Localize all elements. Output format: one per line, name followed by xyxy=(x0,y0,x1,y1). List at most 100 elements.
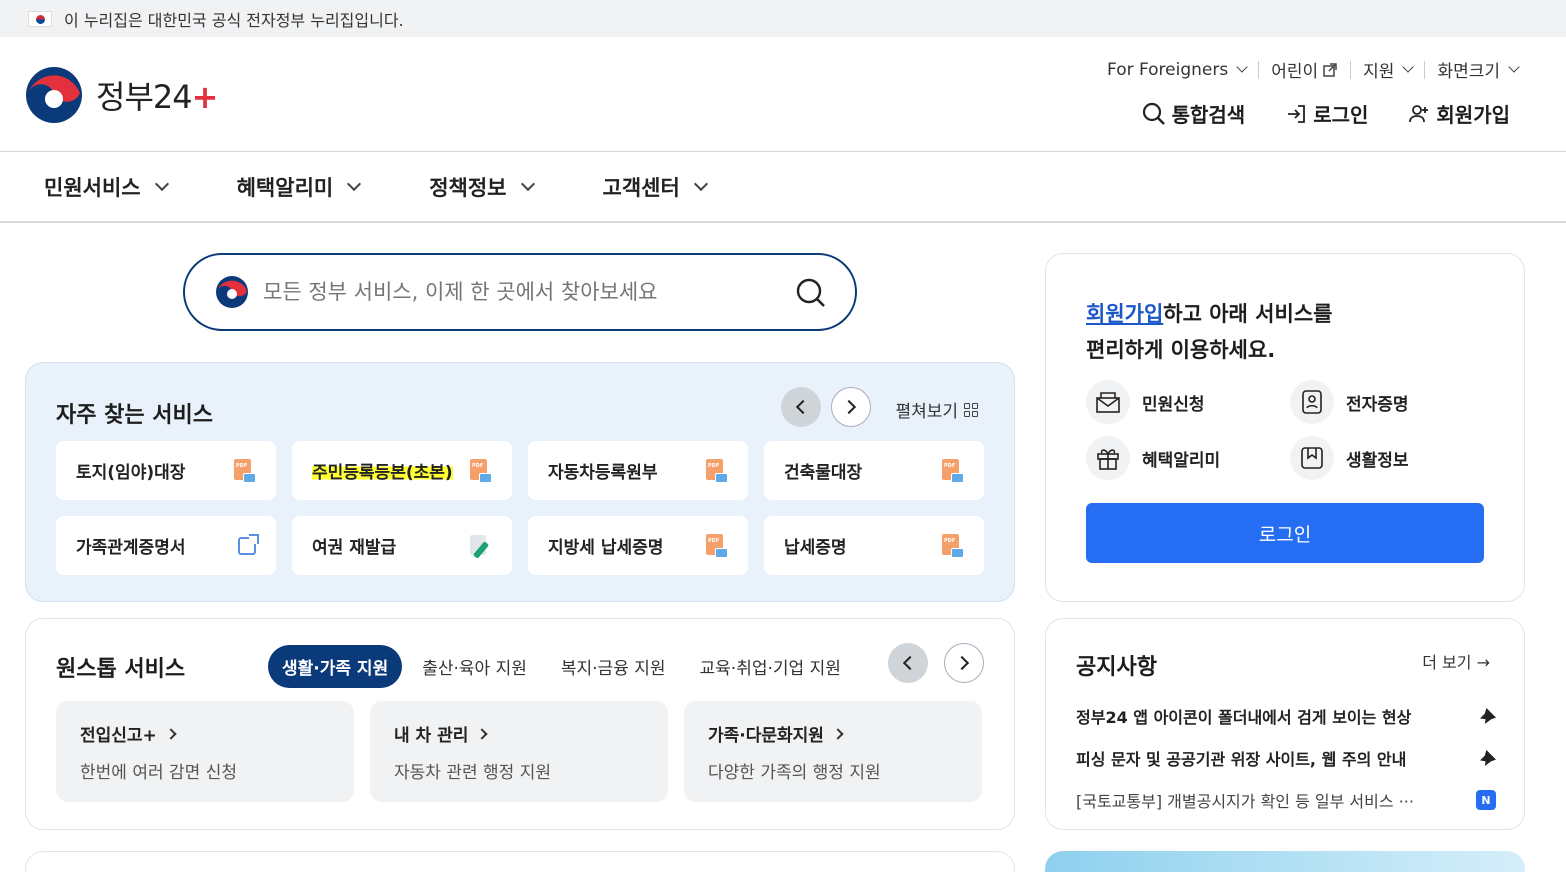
login-prompt-message: 회원가입하고 아래 서비스를 편리하게 이용하세요. xyxy=(1086,302,1333,362)
service-tile-vehicle-register[interactable]: 자동차등록원부 xyxy=(528,441,748,500)
expand-view-button[interactable]: 펼쳐보기 xyxy=(895,397,978,422)
chevron-right-icon xyxy=(954,655,970,671)
login-link[interactable]: 로그인 xyxy=(1285,99,1368,128)
signup-link[interactable]: 회원가입 xyxy=(1408,99,1510,128)
chevron-left-icon xyxy=(902,655,918,671)
service-tile-building-register[interactable]: 건축물대장 xyxy=(764,441,984,500)
service-tile-resident-register[interactable]: 주민등록등본(초본) xyxy=(292,441,512,500)
tab-welfare-finance[interactable]: 복지·금융 지원 xyxy=(547,645,680,688)
prev-button[interactable] xyxy=(781,387,821,427)
service-tile-local-tax-cert[interactable]: 지방세 납세증명 xyxy=(528,516,748,575)
chevron-down-icon xyxy=(1236,61,1248,73)
chevron-left-icon xyxy=(795,399,811,415)
grid-icon xyxy=(964,402,978,417)
chevron-right-icon xyxy=(832,727,844,740)
login-icon xyxy=(1288,104,1306,123)
next-button[interactable] xyxy=(831,387,871,427)
nav-customer-center[interactable]: 고객센터 xyxy=(603,172,708,202)
pdf-icon xyxy=(942,458,964,483)
pdf-icon xyxy=(470,458,492,483)
login-button[interactable]: 로그인 xyxy=(1086,503,1484,563)
for-foreigners-menu[interactable]: For Foreigners xyxy=(1107,60,1248,80)
pdf-icon xyxy=(706,533,728,558)
header-actions: 통합검색 로그인 회원가입 xyxy=(1142,99,1510,128)
onestop-prev-button[interactable] xyxy=(888,643,928,683)
nav-civil-service[interactable]: 민원서비스 xyxy=(44,172,169,202)
add-user-icon xyxy=(1409,104,1429,122)
next-panel-partial xyxy=(25,851,1015,872)
tab-education-employment[interactable]: 교육·취업·기업 지원 xyxy=(686,645,855,688)
government-emblem-icon xyxy=(216,276,248,308)
chevron-right-icon xyxy=(841,399,857,415)
id-card-icon xyxy=(1302,390,1322,414)
gov24-logo[interactable]: 정부24+ xyxy=(24,65,218,125)
onestop-card-my-car[interactable]: 내 차 관리 자동차 관련 행정 지원 xyxy=(370,701,668,802)
pin-icon xyxy=(1480,708,1496,724)
pdf-icon xyxy=(942,533,964,558)
notice-title: 공지사항 xyxy=(1076,655,1157,680)
official-site-banner: 이 누리집은 대한민국 공식 전자정부 누리집입니다. xyxy=(0,0,1566,37)
support-menu[interactable]: 지원 xyxy=(1363,57,1415,82)
chevron-down-icon xyxy=(1508,61,1520,73)
tab-birth-childcare[interactable]: 출산·육아 지원 xyxy=(408,645,541,688)
onestop-title: 원스톱 서비스 xyxy=(56,657,186,682)
arrow-right-icon: → xyxy=(1476,653,1490,672)
signup-inline-link[interactable]: 회원가입 xyxy=(1086,302,1163,326)
main-navigation: 민원서비스 혜택알리미 정책정보 고객센터 xyxy=(0,152,1566,223)
utility-menu: For Foreigners 어린이 지원 화면크기 xyxy=(1107,57,1520,82)
tab-life-family[interactable]: 생활·가족 지원 xyxy=(268,645,403,688)
chevron-right-icon xyxy=(476,727,489,740)
onestop-next-button[interactable] xyxy=(944,643,984,683)
nav-policy-info[interactable]: 정책정보 xyxy=(429,172,535,202)
chevron-down-icon xyxy=(347,176,362,192)
chevron-down-icon xyxy=(520,176,535,192)
service-tile-land-register[interactable]: 토지(임야)대장 xyxy=(56,441,276,500)
edit-icon xyxy=(470,534,492,559)
screen-size-menu[interactable]: 화면크기 xyxy=(1437,57,1520,82)
benefit-civil-application[interactable]: 민원신청 xyxy=(1086,380,1290,424)
service-tile-family-certificate[interactable]: 가족관계증명서 xyxy=(56,516,276,575)
onestop-tabs: 생활·가족 지원 출산·육아 지원 복지·금융 지원 교육·취업·기업 지원 xyxy=(268,645,861,688)
chevron-right-icon xyxy=(165,727,177,740)
main-content: 자주 찾는 서비스 펼쳐보기 토지(임야)대장 주민등록등본(초본) 자동차등록… xyxy=(0,223,1566,872)
frequent-services-panel: 자주 찾는 서비스 펼쳐보기 토지(임야)대장 주민등록등본(초본) 자동차등록… xyxy=(25,362,1015,602)
pin-icon xyxy=(1480,750,1496,766)
new-badge: N xyxy=(1476,790,1496,810)
integrated-search-button[interactable]: 통합검색 xyxy=(1142,99,1245,128)
nav-benefit-alert[interactable]: 혜택알리미 xyxy=(237,172,362,202)
logo-text: 정부24+ xyxy=(96,78,218,116)
search-input[interactable] xyxy=(263,280,763,304)
benefit-e-certificate[interactable]: 전자증명 xyxy=(1290,380,1470,424)
onestop-cards: 전입신고+ 한번에 여러 감면 신청 내 차 관리 자동차 관련 행정 지원 가… xyxy=(56,701,982,802)
login-prompt-panel: 회원가입하고 아래 서비스를 편리하게 이용하세요. 민원신청 전자증명 혜택알… xyxy=(1045,253,1525,602)
service-tile-passport-reissue[interactable]: 여권 재발급 xyxy=(292,516,512,575)
pdf-icon xyxy=(706,458,728,483)
pdf-icon xyxy=(234,458,256,483)
chevron-down-icon xyxy=(693,176,708,192)
external-link-icon xyxy=(238,533,259,555)
frequent-service-tiles: 토지(임야)대장 주민등록등본(초본) 자동차등록원부 건축물대장 가족관계증명… xyxy=(56,441,986,575)
search-icon[interactable] xyxy=(795,277,827,309)
onestop-card-move-in[interactable]: 전입신고+ 한번에 여러 감면 신청 xyxy=(56,701,354,802)
search-icon xyxy=(1142,102,1165,125)
gift-icon xyxy=(1097,449,1119,470)
notice-more-link[interactable]: 더 보기 → xyxy=(1422,649,1490,673)
mail-icon xyxy=(1096,392,1120,413)
onestop-card-family-multicultural[interactable]: 가족·다문화지원 다양한 가족의 행정 지원 xyxy=(684,701,982,802)
site-header: 정부24+ For Foreigners 어린이 지원 화면크기 통합검색 로그… xyxy=(0,37,1566,152)
frequent-services-title: 자주 찾는 서비스 xyxy=(56,403,213,428)
notice-list: 정부24 앱 아이콘이 폴더내에서 검게 보이는 현상 피싱 문자 및 공공기관… xyxy=(1076,695,1496,821)
korean-flag-icon xyxy=(28,10,52,27)
external-link-icon xyxy=(1323,62,1337,77)
benefit-alert[interactable]: 혜택알리미 xyxy=(1086,436,1290,480)
notice-item[interactable]: [국토교통부] 개별공시지가 확인 등 일부 서비스 ··· N xyxy=(1076,779,1496,821)
search-bar xyxy=(183,253,857,331)
benefit-life-info[interactable]: 생활정보 xyxy=(1290,436,1470,480)
notice-item[interactable]: 피싱 문자 및 공공기관 위장 사이트, 웹 주의 안내 xyxy=(1076,737,1496,779)
kids-link[interactable]: 어린이 xyxy=(1271,57,1338,82)
official-site-text: 이 누리집은 대한민국 공식 전자정부 누리집입니다. xyxy=(64,10,404,30)
promo-banner-partial[interactable] xyxy=(1045,851,1525,872)
service-tile-tax-cert[interactable]: 납세증명 xyxy=(764,516,984,575)
notice-item[interactable]: 정부24 앱 아이콘이 폴더내에서 검게 보이는 현상 xyxy=(1076,695,1496,737)
login-benefit-list: 민원신청 전자증명 혜택알리미 생활정보 xyxy=(1086,380,1470,480)
